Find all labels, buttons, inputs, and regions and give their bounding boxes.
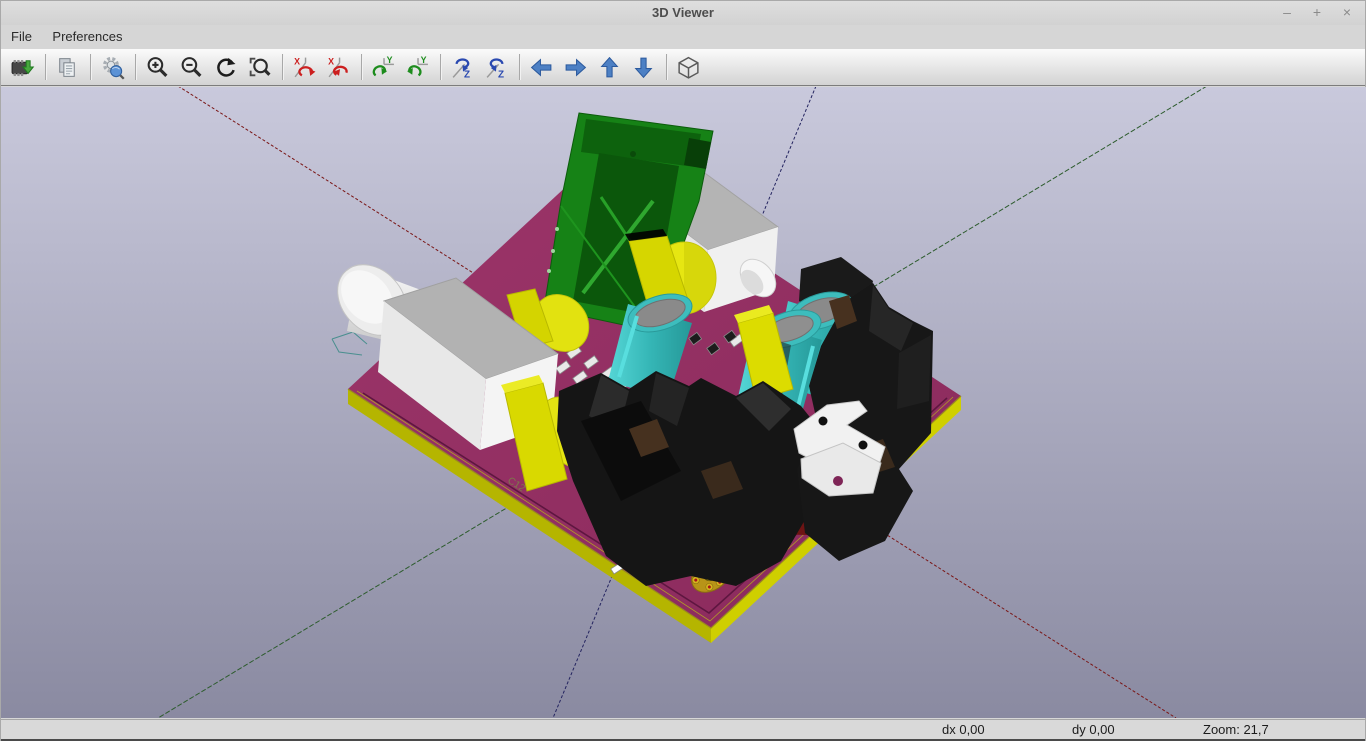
3d-scene: C12 L4 C3 xyxy=(1,87,1366,718)
ortho-projection-button[interactable] xyxy=(675,54,702,81)
svg-text:X: X xyxy=(294,56,300,66)
pcb-reload-icon xyxy=(10,55,35,80)
maximize-button[interactable]: + xyxy=(1309,4,1325,20)
svg-text:Y: Y xyxy=(421,55,427,65)
menu-preferences[interactable]: Preferences xyxy=(44,25,130,48)
toolbar-separator xyxy=(135,54,137,80)
rotate-z-neg-button[interactable]: Z xyxy=(483,54,510,81)
circular-arrow-icon xyxy=(213,55,238,80)
wireframe-cube-icon xyxy=(676,55,701,80)
toolbar-separator xyxy=(666,54,668,80)
rotate-y-neg-button[interactable]: Y xyxy=(404,54,431,81)
rotate-x-ccw-red-icon: X xyxy=(326,55,351,80)
zoom-out-button[interactable] xyxy=(178,54,205,81)
svg-text:Y: Y xyxy=(387,55,393,65)
rotate-y-cw-green-icon: Y xyxy=(371,55,396,80)
arrow-down-icon xyxy=(631,55,656,80)
rotate-z-ccw-blue-icon: Z xyxy=(484,55,509,80)
toolbar-separator xyxy=(90,54,92,80)
redraw-button[interactable] xyxy=(212,54,239,81)
menubar: File Preferences xyxy=(1,25,1365,49)
copy-pages-icon xyxy=(55,55,80,80)
move-down-button[interactable] xyxy=(630,54,657,81)
svg-text:Z: Z xyxy=(498,69,504,80)
window-title: 3D Viewer xyxy=(1,5,1365,20)
magnifier-fit-icon xyxy=(247,55,272,80)
arrow-up-icon xyxy=(597,55,622,80)
statusbar: dx 0,00 dy 0,00 Zoom: 21,7 xyxy=(1,719,1365,739)
window-controls: – + × xyxy=(1279,4,1355,20)
rotate-z-cw-blue-icon: Z xyxy=(450,55,475,80)
reload-board-button[interactable] xyxy=(9,54,36,81)
move-right-button[interactable] xyxy=(562,54,589,81)
rotate-x-pos-button[interactable]: X xyxy=(291,54,318,81)
toolbar: X X Y xyxy=(1,49,1365,86)
magnifier-minus-icon xyxy=(179,55,204,80)
svg-text:X: X xyxy=(328,56,334,66)
zoom-in-button[interactable] xyxy=(144,54,171,81)
arrow-right-icon xyxy=(563,55,588,80)
rotate-x-neg-button[interactable]: X xyxy=(325,54,352,81)
toolbar-separator xyxy=(282,54,284,80)
menu-file[interactable]: File xyxy=(3,25,40,48)
toolbar-separator xyxy=(519,54,521,80)
status-dy: dy 0,00 xyxy=(1072,722,1115,737)
gear-globe-icon xyxy=(100,55,125,80)
toolbar-separator xyxy=(361,54,363,80)
svg-text:Z: Z xyxy=(464,69,470,80)
render-options-button[interactable] xyxy=(99,54,126,81)
toolbar-separator xyxy=(45,54,47,80)
toolbar-separator xyxy=(440,54,442,80)
titlebar[interactable]: 3D Viewer – + × xyxy=(1,1,1365,25)
status-dx: dx 0,00 xyxy=(942,722,985,737)
move-up-button[interactable] xyxy=(596,54,623,81)
copy-image-button[interactable] xyxy=(54,54,81,81)
rotate-y-ccw-green-icon: Y xyxy=(405,55,430,80)
move-left-button[interactable] xyxy=(528,54,555,81)
status-zoom: Zoom: 21,7 xyxy=(1203,722,1269,737)
minimize-button[interactable]: – xyxy=(1279,4,1295,20)
rotate-y-pos-button[interactable]: Y xyxy=(370,54,397,81)
close-button[interactable]: × xyxy=(1339,4,1355,20)
rotate-z-pos-button[interactable]: Z xyxy=(449,54,476,81)
arrow-left-icon xyxy=(529,55,554,80)
magnifier-plus-icon xyxy=(145,55,170,80)
rotate-x-cw-red-icon: X xyxy=(292,55,317,80)
3d-viewer-window: 3D Viewer – + × File Preferences xyxy=(0,0,1366,741)
zoom-fit-button[interactable] xyxy=(246,54,273,81)
3d-viewport[interactable]: C12 L4 C3 xyxy=(1,87,1366,718)
